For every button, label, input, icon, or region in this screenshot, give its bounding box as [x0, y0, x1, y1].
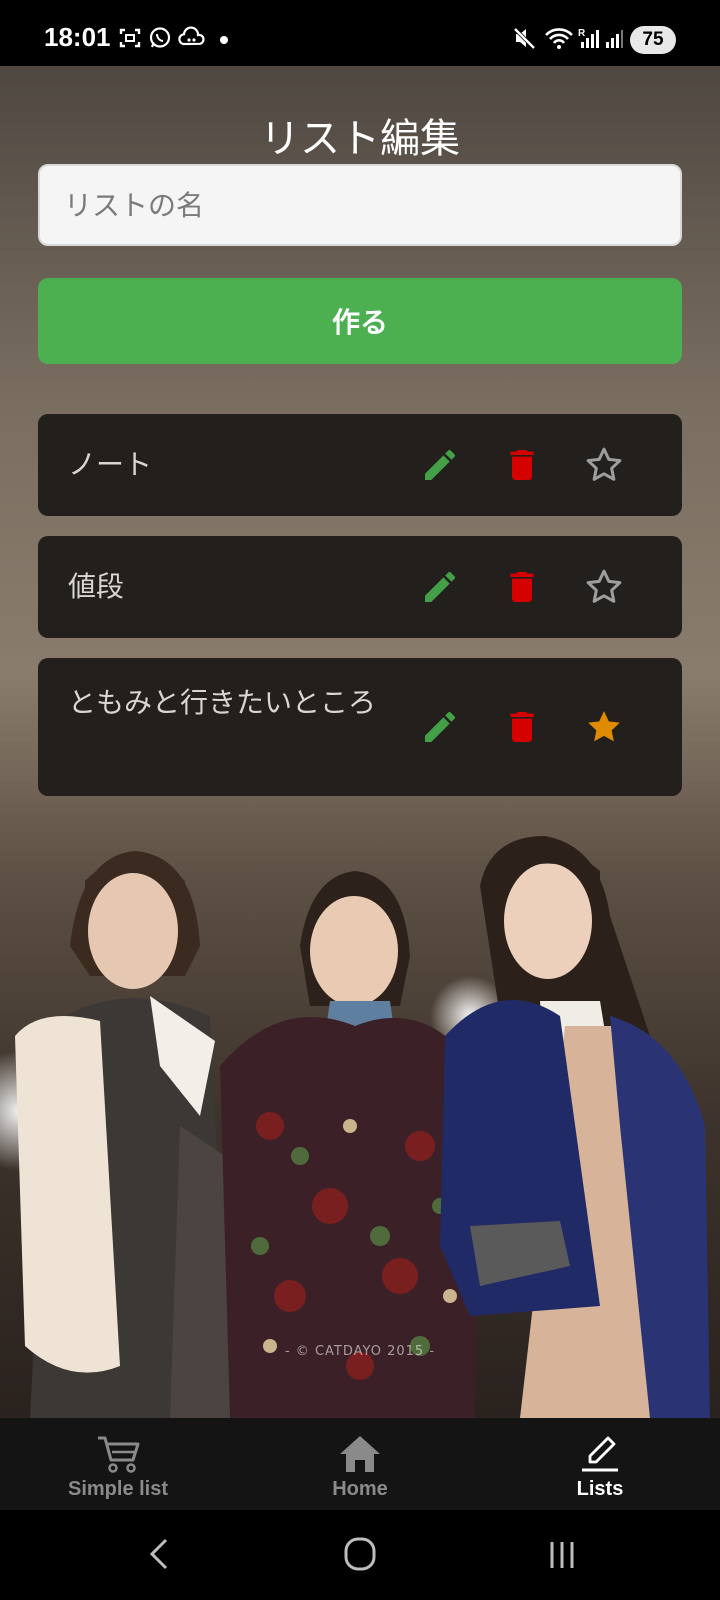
photo-watermark: - © CATDAYO 2015 - — [284, 1344, 436, 1359]
nav-label-simple-list: Simple list — [67, 1478, 169, 1500]
edit-icon — [582, 1436, 618, 1472]
cloud-icon — [178, 26, 205, 46]
person-left — [15, 851, 240, 1418]
dot-icon — [220, 36, 228, 44]
person-right — [440, 836, 710, 1418]
nav-home[interactable]: Home — [270, 1418, 450, 1510]
delete-icon[interactable] — [502, 567, 542, 607]
status-bar: 18:01 R 75 — [0, 0, 720, 66]
signal-icon-2 — [606, 30, 623, 48]
screenshot-icon — [119, 28, 141, 48]
edit-icon[interactable] — [420, 445, 460, 485]
home-circle-icon[interactable] — [338, 1534, 382, 1574]
nav-label-home: Home — [332, 1478, 388, 1500]
bottom-navigation: Simple list Home Lists — [0, 1418, 720, 1510]
delete-icon[interactable] — [502, 445, 542, 485]
list-item-name: ノート — [68, 448, 153, 481]
mute-icon — [513, 27, 536, 50]
star-filled-icon[interactable] — [584, 707, 624, 747]
edit-icon[interactable] — [420, 567, 460, 607]
list-item: 値段 — [38, 536, 682, 638]
list-name-input[interactable] — [38, 164, 682, 246]
status-time: 18:01 — [44, 22, 111, 52]
wifi-icon — [545, 28, 573, 49]
nav-label-lists: Lists — [576, 1478, 624, 1500]
battery-indicator: 75 — [630, 26, 676, 54]
signal-icon: R — [578, 28, 599, 48]
nav-lists[interactable]: Lists — [510, 1418, 690, 1510]
svg-text:R: R — [578, 28, 586, 39]
delete-icon[interactable] — [502, 707, 542, 747]
recents-icon[interactable] — [540, 1534, 584, 1574]
whatsapp-icon — [149, 27, 171, 48]
cart-icon — [98, 1436, 140, 1473]
edit-icon[interactable] — [420, 707, 460, 747]
person-center — [220, 871, 480, 1418]
list-item-name: 値段 — [68, 570, 125, 603]
star-outline-icon[interactable] — [584, 567, 624, 607]
back-icon[interactable] — [138, 1534, 182, 1574]
star-outline-icon[interactable] — [584, 445, 624, 485]
page-title: リスト編集 — [260, 116, 460, 162]
create-button[interactable]: 作る — [38, 278, 682, 364]
list-item: ノート — [38, 414, 682, 516]
list-edit-screen: リスト編集 作る ノート 値段 ともみと行きたいところ — [0, 66, 720, 1418]
system-navigation-bar — [0, 1510, 720, 1600]
home-icon — [340, 1436, 380, 1472]
list-item: ともみと行きたいところ — [38, 658, 682, 796]
nav-simple-list[interactable]: Simple list — [28, 1418, 208, 1510]
list-item-name: ともみと行きたいところ — [68, 686, 377, 719]
background-photo — [0, 836, 710, 1418]
